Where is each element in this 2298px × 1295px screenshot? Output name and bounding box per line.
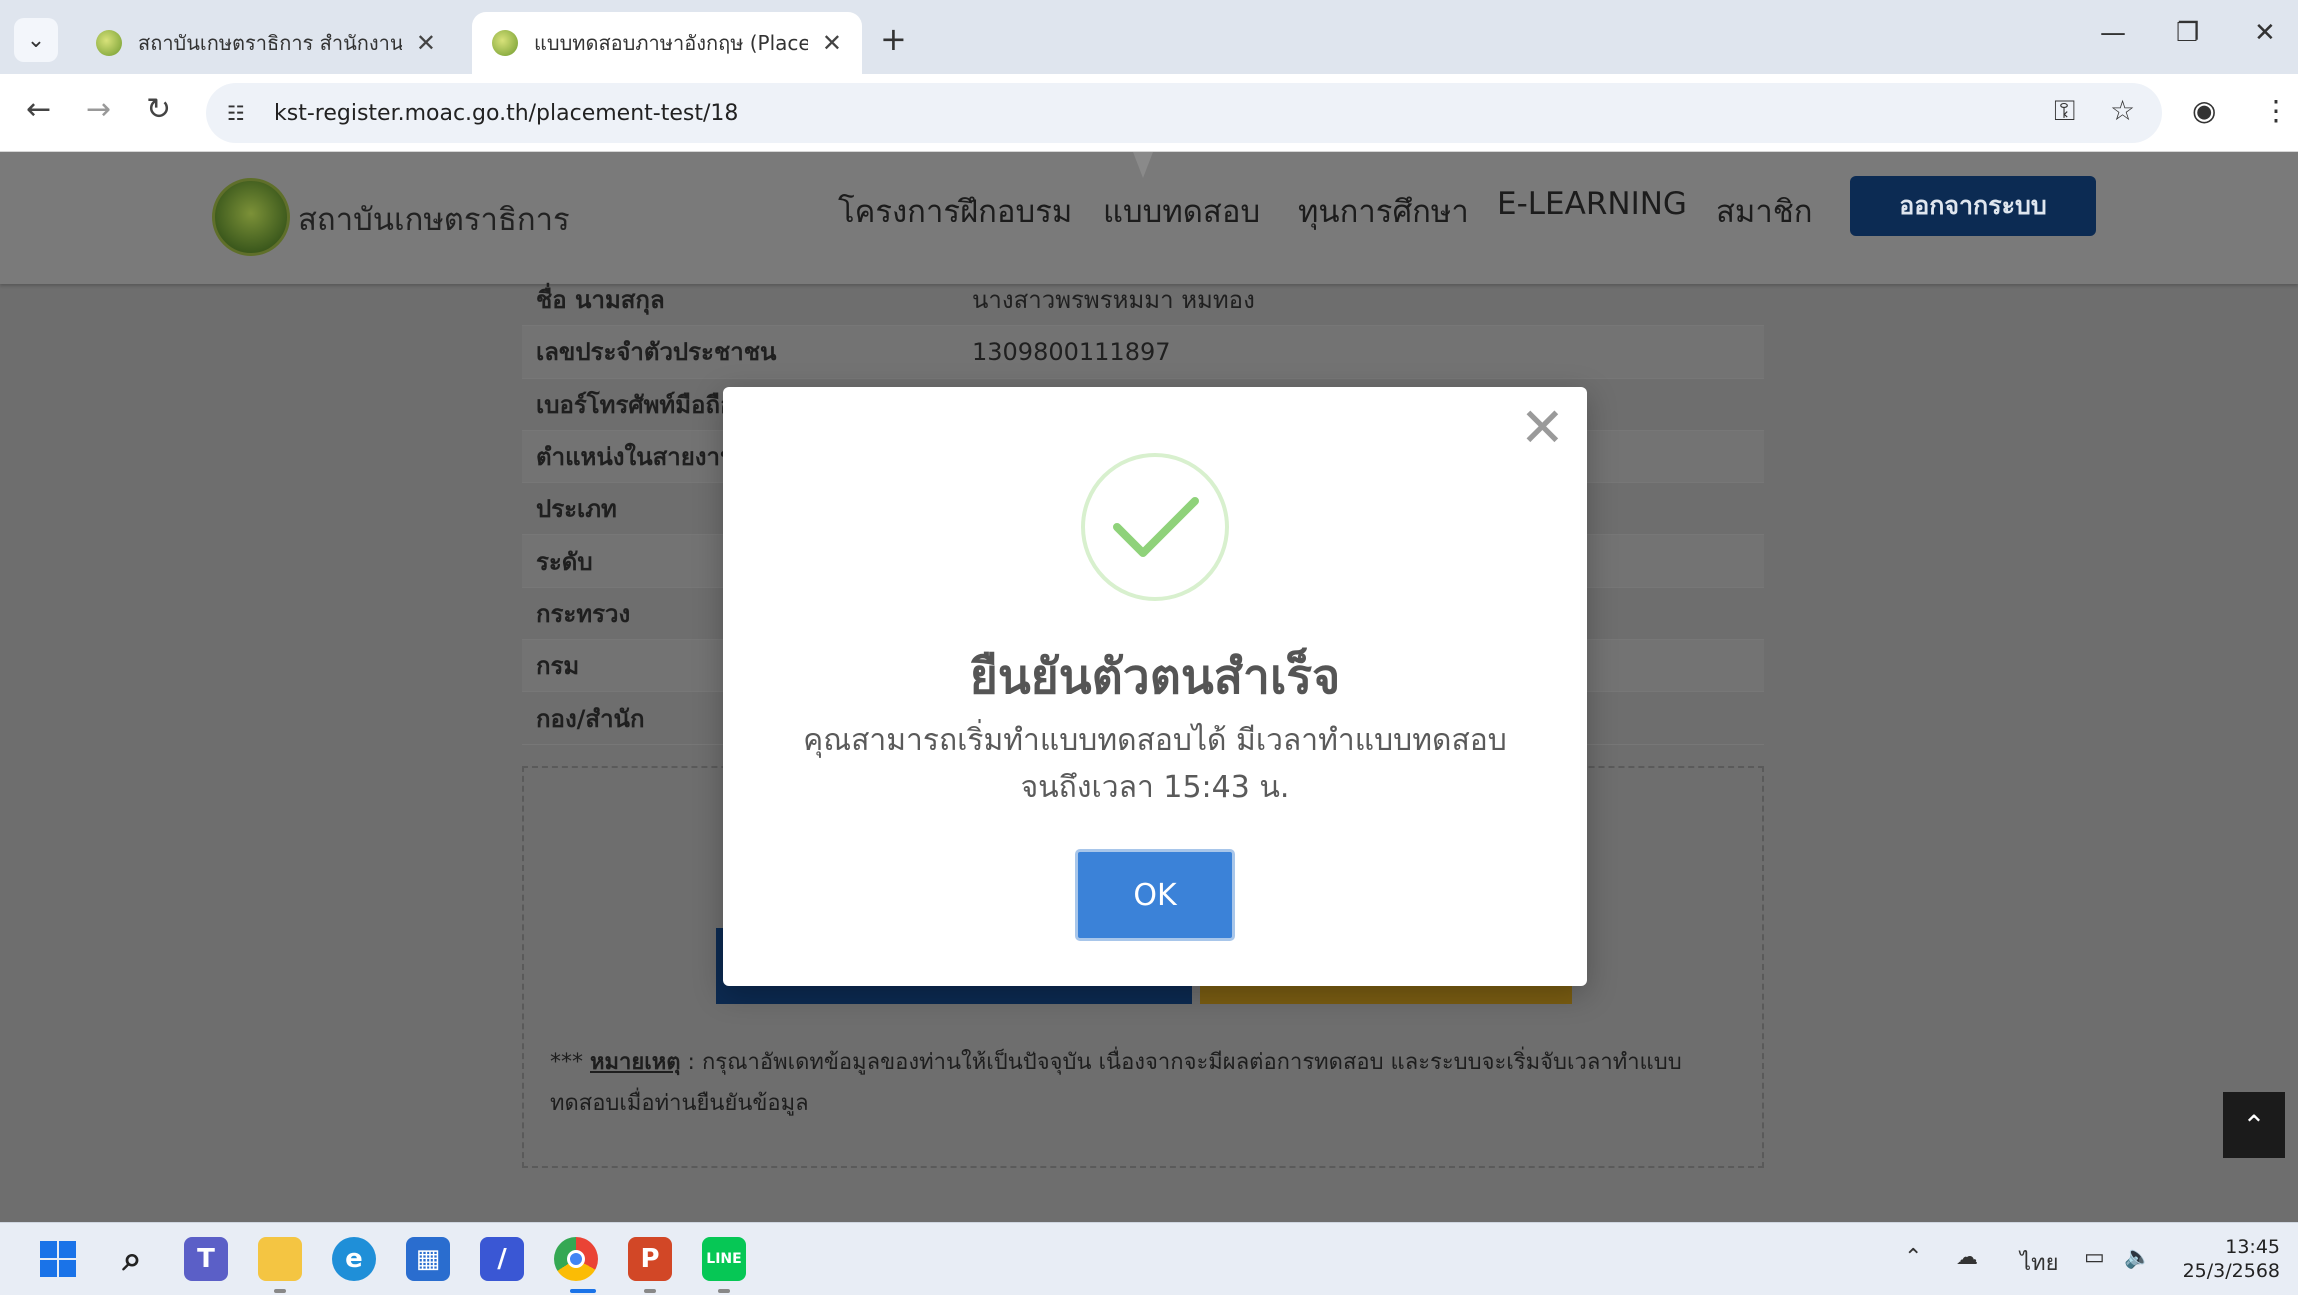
site-favicon-icon: [492, 30, 518, 56]
table-row: ชื่อ นามสกุล นางสาวพรพรหมมา หมทอง: [522, 274, 1764, 327]
windows-start-icon[interactable]: [36, 1237, 80, 1281]
browser-tab-bar: ⌄ สถาบันเกษตราธิการ สำนักงานปลัดก ✕ แบบท…: [0, 0, 2298, 74]
more-menu-icon[interactable]: ⋮: [2262, 94, 2290, 127]
tab-title: สถาบันเกษตราธิการ สำนักงานปลัดก: [138, 31, 402, 55]
running-indicator: [644, 1289, 656, 1293]
reload-icon[interactable]: ↻: [146, 92, 171, 127]
tray-chevron-up-icon[interactable]: ⌃: [1904, 1245, 1922, 1270]
close-icon[interactable]: ✕: [1520, 401, 1565, 455]
tab-close-icon[interactable]: ✕: [416, 29, 436, 57]
site-favicon-icon: [96, 30, 122, 56]
success-check-icon: [1081, 453, 1229, 601]
url-text[interactable]: kst-register.moac.go.th/placement-test/1…: [274, 101, 738, 126]
running-indicator: [570, 1289, 596, 1293]
forward-icon[interactable]: →: [86, 92, 111, 127]
chrome-icon[interactable]: [554, 1237, 598, 1281]
tab-active[interactable]: แบบทดสอบภาษาอังกฤษ (Placemen ✕: [472, 12, 862, 74]
window-close-icon[interactable]: ✕: [2254, 18, 2276, 48]
notice-text: *** หมายเหตุ : กรุณาอัพเดทข้อมูลของท่านใ…: [550, 1050, 1682, 1116]
scroll-to-top-button[interactable]: ⌃: [2223, 1092, 2285, 1158]
bookmark-star-icon[interactable]: ☆: [2110, 94, 2135, 127]
file-explorer-icon[interactable]: [258, 1237, 302, 1281]
volume-icon[interactable]: 🔈: [2124, 1245, 2151, 1270]
powerpoint-icon[interactable]: P: [628, 1237, 672, 1281]
input-language[interactable]: ไทย: [2020, 1245, 2058, 1280]
site-info-icon[interactable]: ☷: [216, 93, 256, 133]
tab-search-icon[interactable]: ⌄: [14, 18, 58, 62]
running-indicator: [274, 1289, 286, 1293]
nav-member[interactable]: สมาชิก: [1716, 186, 1813, 236]
nav-test[interactable]: แบบทดสอบ: [1103, 186, 1260, 236]
tab-close-icon[interactable]: ✕: [822, 29, 842, 57]
nav-elearning[interactable]: E-LEARNING: [1497, 186, 1687, 222]
brand-name[interactable]: สถาบันเกษตราธิการ: [298, 194, 570, 244]
app-icon[interactable]: /: [480, 1237, 524, 1281]
network-icon[interactable]: ▭: [2084, 1245, 2105, 1270]
teams-icon[interactable]: T: [184, 1237, 228, 1281]
new-tab-icon[interactable]: +: [880, 20, 907, 58]
logout-button[interactable]: ออกจากระบบ: [1850, 176, 2096, 236]
profile-icon[interactable]: ◉: [2192, 94, 2216, 127]
minimize-icon[interactable]: —: [2100, 18, 2126, 48]
dialog-title: ยืนยันตัวตนสำเร็จ: [969, 649, 1341, 705]
store-icon[interactable]: ▦: [406, 1237, 450, 1281]
notice-link[interactable]: หมายเหตุ: [590, 1050, 681, 1075]
table-row: เลขประจำตัวประชาชน 1309800111897: [522, 326, 1764, 379]
onedrive-icon[interactable]: ☁: [1956, 1245, 1978, 1270]
edge-icon[interactable]: e: [332, 1237, 376, 1281]
nav-training[interactable]: โครงการฝึกอบรม: [838, 186, 1072, 236]
running-indicator: [718, 1289, 730, 1293]
success-dialog: ✕ ยืนยันตัวตนสำเร็จ คุณสามารถเริ่มทำแบบท…: [723, 387, 1587, 986]
tab-inactive[interactable]: สถาบันเกษตราธิการ สำนักงานปลัดก ✕: [76, 12, 456, 74]
institute-logo[interactable]: [212, 178, 290, 256]
dialog-message: คุณสามารถเริ่มทำแบบทดสอบได้ มีเวลาทำแบบท…: [803, 723, 1507, 805]
address-bar[interactable]: ☷ kst-register.moac.go.th/placement-test…: [206, 83, 2162, 143]
back-icon[interactable]: ←: [26, 92, 51, 127]
restore-icon[interactable]: ❐: [2176, 18, 2199, 48]
clock[interactable]: 13:45 25/3/2568: [2170, 1235, 2280, 1283]
search-icon[interactable]: ⌕: [110, 1237, 154, 1281]
dropdown-caret: [1133, 152, 1153, 178]
password-key-icon[interactable]: ⚿: [2054, 94, 2075, 128]
taskbar: ⌕ T e ▦ / P LINE ⌃ ☁ ไทย ▭ 🔈 13:45 25/3/…: [0, 1222, 2298, 1295]
browser-toolbar: ← → ↻ ☷ kst-register.moac.go.th/placemen…: [0, 74, 2298, 152]
line-icon[interactable]: LINE: [702, 1237, 746, 1281]
ok-button[interactable]: OK: [1075, 849, 1235, 941]
tab-title: แบบทดสอบภาษาอังกฤษ (Placemen: [534, 31, 808, 55]
nav-scholarship[interactable]: ทุนการศึกษา: [1298, 186, 1469, 236]
